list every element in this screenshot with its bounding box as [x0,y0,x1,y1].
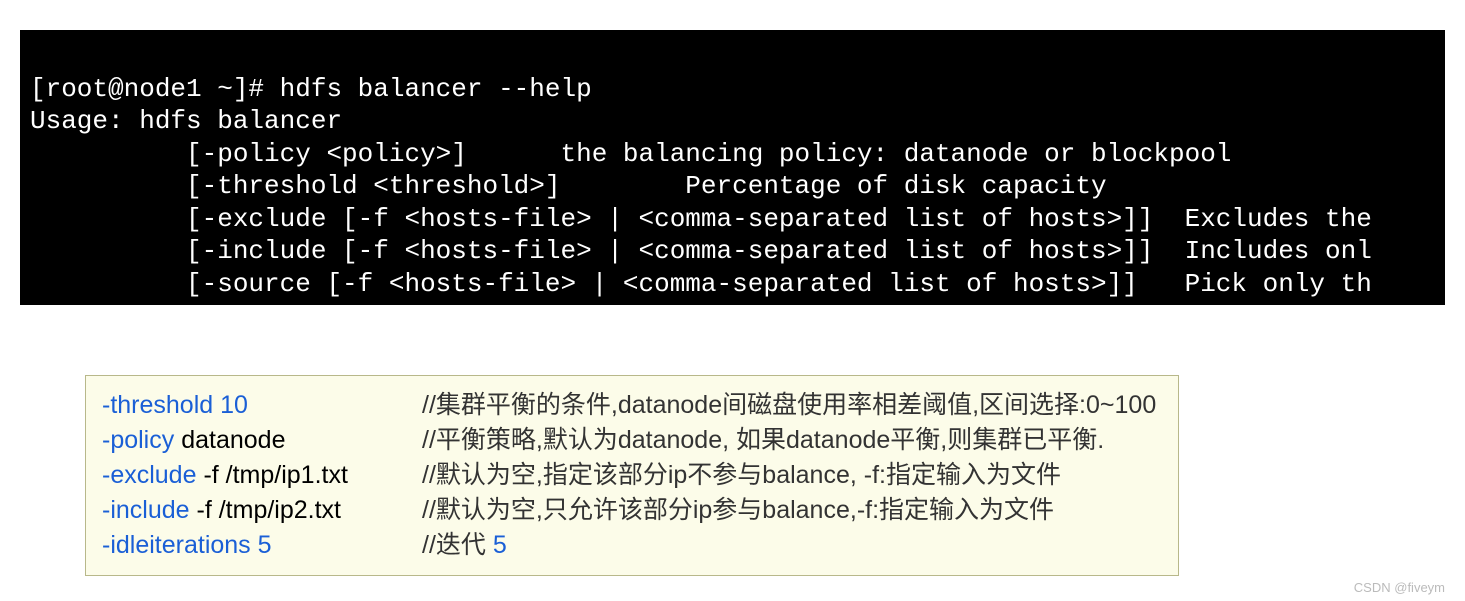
comment-prefix: //迭代 [422,531,493,559]
flag-label: -include [102,496,190,524]
note-row-idleiterations: -idleiterations 5 //迭代 5 [102,528,1162,563]
note-row-exclude: -exclude -f /tmp/ip1.txt //默认为空,指定该部分ip不… [102,458,1162,493]
terminal-line: [-exclude [-f <hosts-file> | <comma-sepa… [30,204,1372,234]
flag-arg: -f /tmp/ip2.txt [190,496,341,524]
note-comment: //平衡策略,默认为datanode, 如果datanode平衡,则集群已平衡. [422,423,1104,458]
terminal-line: [-policy <policy>] the balancing policy:… [30,139,1231,169]
parameter-notes-box: -threshold 10 //集群平衡的条件,datanode间磁盘使用率相差… [85,375,1179,576]
flag-arg: -f /tmp/ip1.txt [197,461,348,489]
note-comment: //迭代 5 [422,528,507,563]
terminal-line: [-source [-f <hosts-file> | <comma-separ… [30,269,1372,299]
flag-arg: 10 [213,391,248,419]
terminal-line: Usage: hdfs balancer [30,106,342,136]
comment-number: 5 [493,531,507,559]
flag-label: -threshold [102,391,213,419]
terminal-line: [root@node1 ~]# hdfs balancer --help [30,74,592,104]
flag-label: -policy [102,426,174,454]
note-row-include: -include -f /tmp/ip2.txt //默认为空,只允许该部分ip… [102,493,1162,528]
flag-arg: 5 [251,531,272,559]
note-comment: //集群平衡的条件,datanode间磁盘使用率相差阈值,区间选择:0~100 [422,388,1156,423]
terminal-output: [root@node1 ~]# hdfs balancer --help Usa… [20,30,1445,305]
note-row-policy: -policy datanode //平衡策略,默认为datanode, 如果d… [102,423,1162,458]
terminal-line: [-include [-f <hosts-file> | <comma-sepa… [30,236,1372,266]
note-row-threshold: -threshold 10 //集群平衡的条件,datanode间磁盘使用率相差… [102,388,1162,423]
watermark-text: CSDN @fiveym [0,576,1465,601]
flag-label: -idleiterations [102,531,251,559]
terminal-line: [-threshold <threshold>] Percentage of d… [30,171,1107,201]
note-comment: //默认为空,只允许该部分ip参与balance,-f:指定输入为文件 [422,493,1054,528]
note-comment: //默认为空,指定该部分ip不参与balance, -f:指定输入为文件 [422,458,1061,493]
flag-arg: datanode [174,426,285,454]
flag-label: -exclude [102,461,197,489]
